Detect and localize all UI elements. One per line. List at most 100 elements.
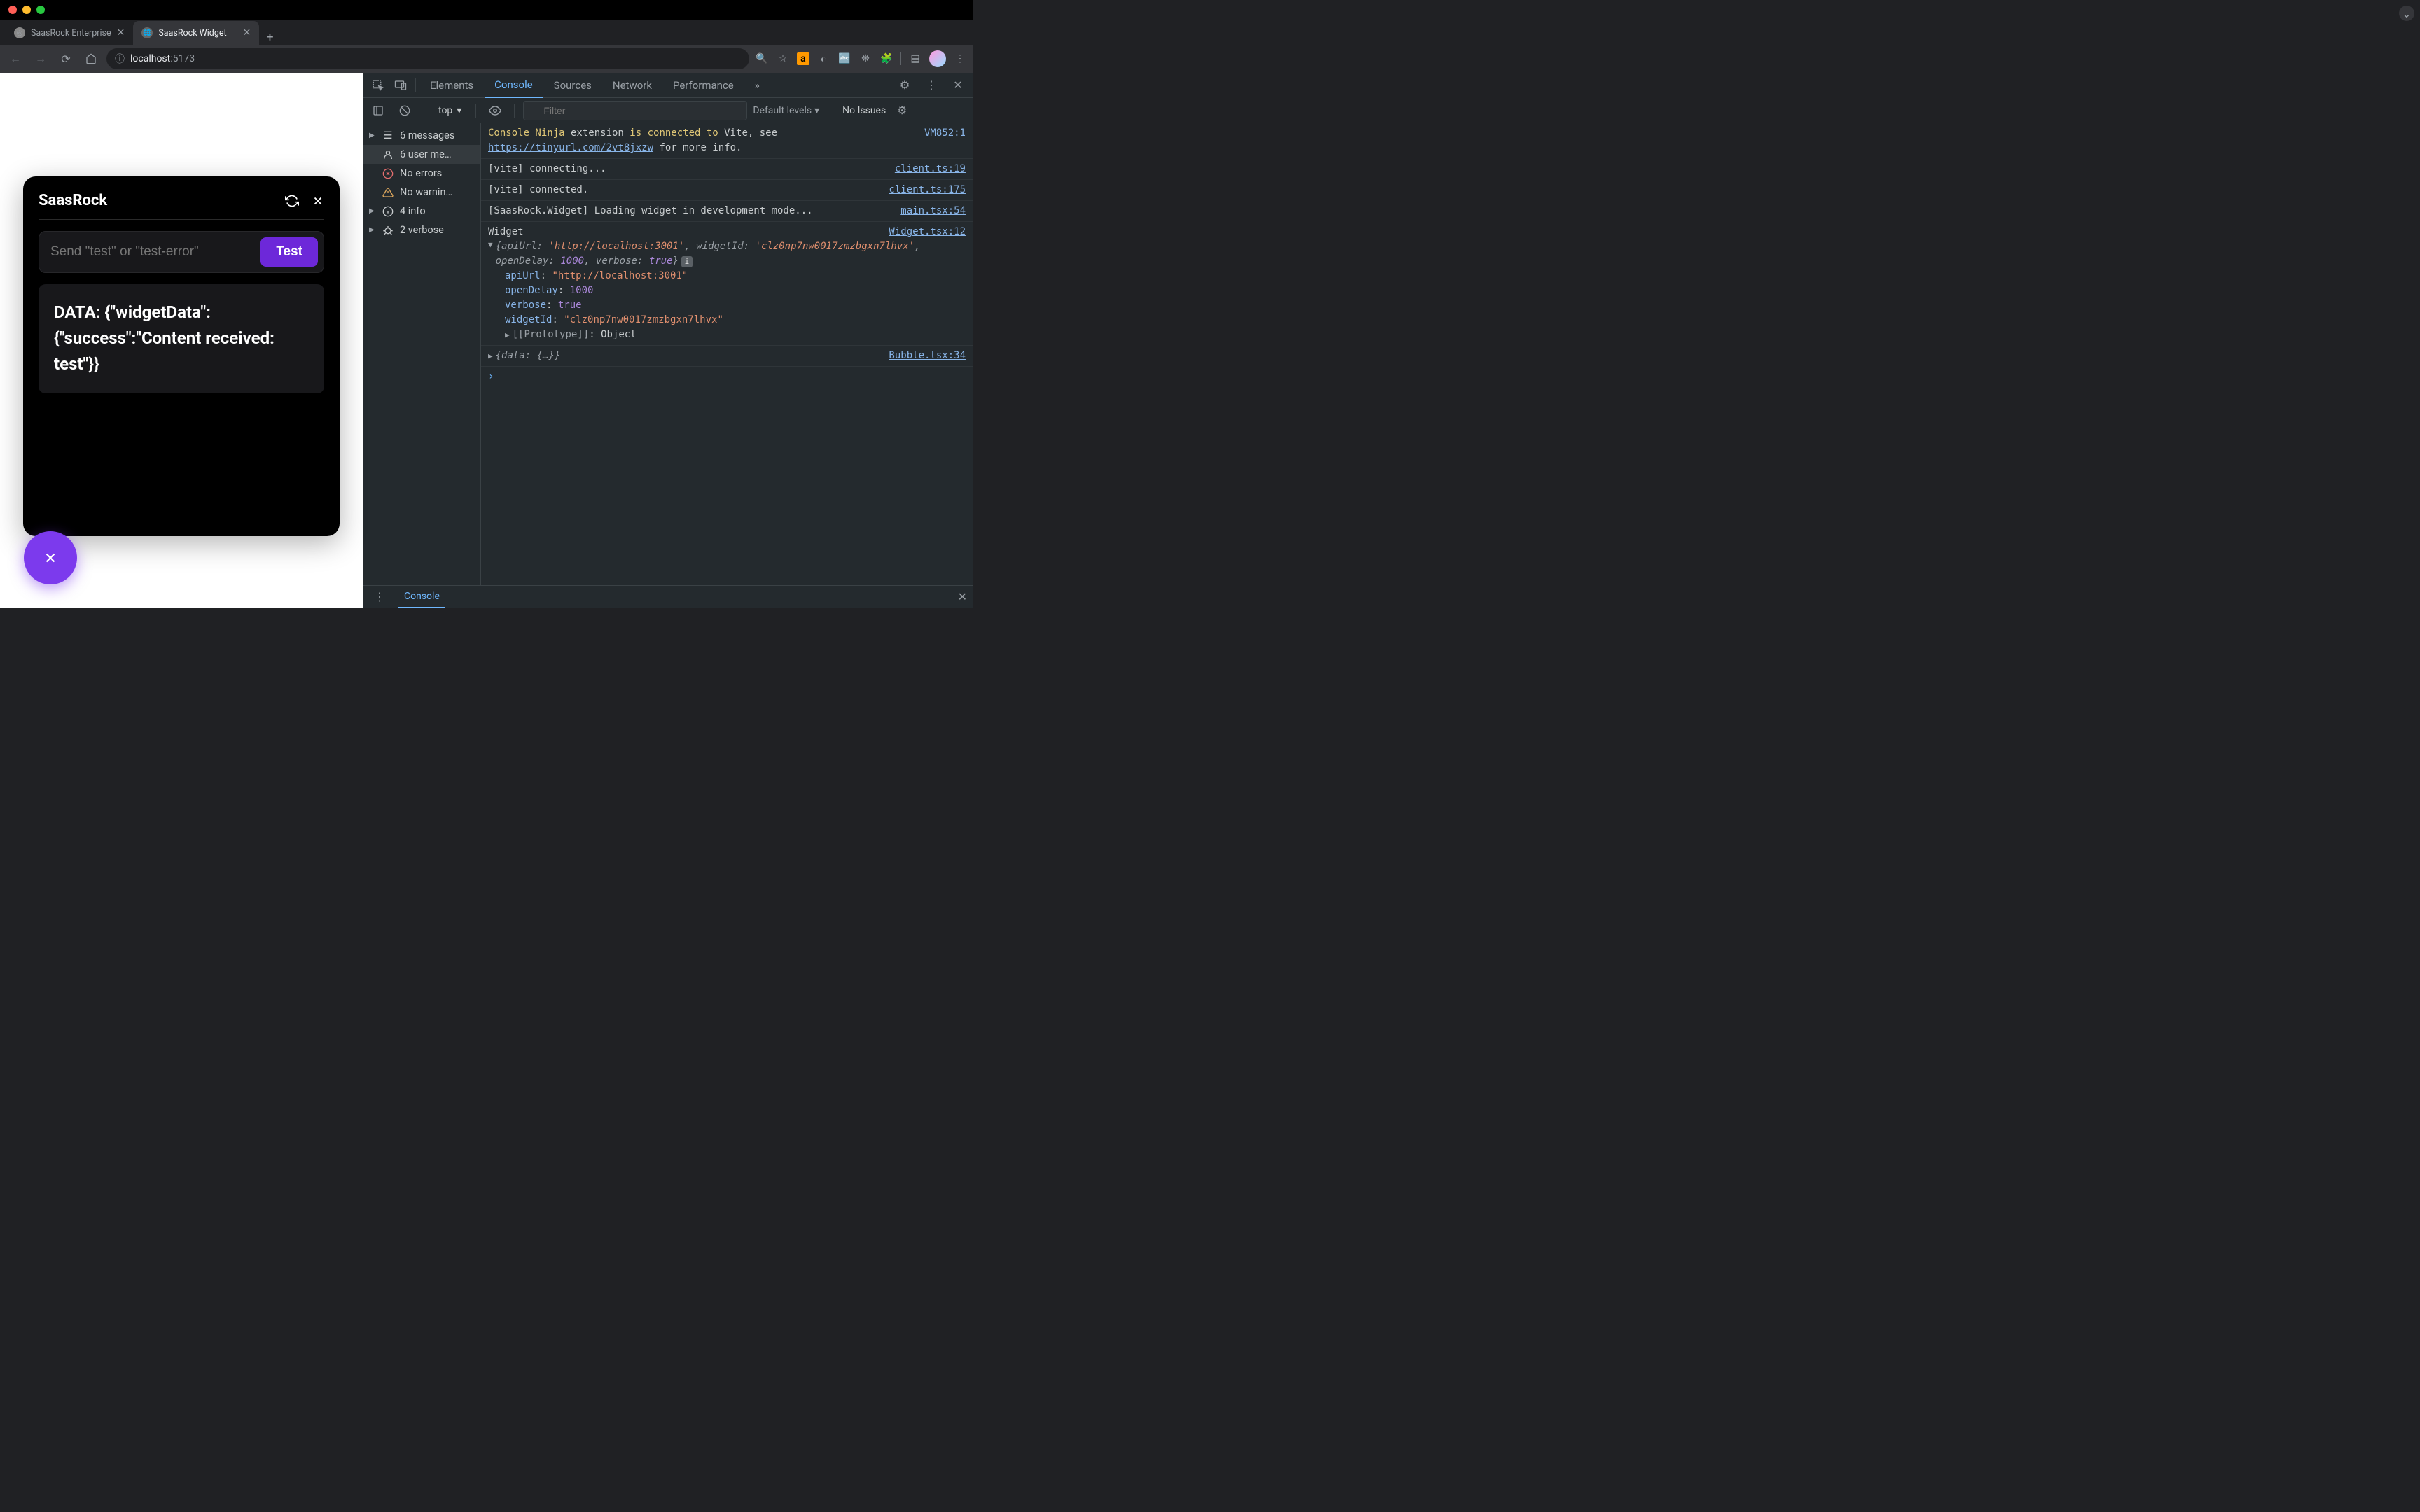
extension-translate-icon[interactable]: 🔤 bbox=[837, 52, 851, 66]
log-levels-selector[interactable]: Default levels ▾ bbox=[753, 105, 819, 116]
log-entry[interactable]: Console Ninja extension is connected to … bbox=[481, 123, 973, 159]
log-link[interactable]: https://tinyurl.com/2vt8jxzw bbox=[488, 142, 653, 153]
console-prompt[interactable]: › bbox=[481, 367, 973, 386]
error-icon bbox=[382, 168, 394, 179]
info-badge-icon: i bbox=[681, 256, 693, 267]
extension-a-icon[interactable]: a bbox=[797, 52, 809, 65]
response-box: DATA: {"widgetData":{"success":"Content … bbox=[39, 284, 324, 393]
object-preview: {apiUrl: 'http://localhost:3001', widget… bbox=[496, 239, 966, 269]
log-source-link[interactable]: main.tsx:54 bbox=[900, 204, 966, 218]
close-tab-icon[interactable]: ✕ bbox=[243, 27, 251, 38]
expand-icon[interactable]: ▶ bbox=[488, 351, 493, 360]
tab-elements[interactable]: Elements bbox=[420, 73, 483, 98]
close-window-button[interactable] bbox=[8, 6, 17, 14]
log-source-link[interactable]: Bubble.tsx:34 bbox=[889, 349, 966, 363]
close-tab-icon[interactable]: ✕ bbox=[117, 27, 125, 38]
log-entry[interactable]: [SaasRock.Widget] Loading widget in deve… bbox=[481, 201, 973, 222]
sidebar-item-errors[interactable]: No errors bbox=[363, 164, 480, 183]
extensions-icon[interactable]: 🧩 bbox=[879, 52, 893, 66]
tab-title: SaasRock Widget bbox=[158, 28, 226, 38]
tab-favicon: ◎ bbox=[14, 27, 25, 38]
log-source-link[interactable]: client.ts:19 bbox=[895, 162, 966, 176]
browser-menu-icon[interactable]: ⋮ bbox=[953, 52, 967, 66]
message-input[interactable] bbox=[45, 237, 253, 267]
log-source-link[interactable]: client.ts:175 bbox=[889, 183, 966, 197]
collapse-icon[interactable]: ▼ bbox=[488, 239, 493, 251]
context-selector[interactable]: top ▾ bbox=[433, 102, 467, 119]
extension-gear-icon[interactable]: ❋ bbox=[858, 52, 872, 66]
tab-network[interactable]: Network bbox=[603, 73, 662, 98]
settings-icon[interactable]: ⚙ bbox=[894, 75, 915, 96]
log-entry-object[interactable]: Widget Widget.tsx:12 ▼ {apiUrl: 'http://… bbox=[481, 222, 973, 346]
tab-sources[interactable]: Sources bbox=[544, 73, 601, 98]
console-output: Console Ninja extension is connected to … bbox=[481, 123, 973, 585]
widget-fab-close[interactable] bbox=[24, 531, 77, 584]
input-row: Test bbox=[39, 231, 324, 273]
console-sidebar: ▶ ☰ 6 messages 6 user me… No err bbox=[363, 123, 481, 585]
live-expression-icon[interactable] bbox=[485, 100, 506, 121]
browser-toolbar: ← → ⟳ ⓘ localhost:5173 🔍 ☆ a ◐ 🔤 ❋ 🧩 ▤ ⋮ bbox=[0, 45, 973, 73]
home-button[interactable] bbox=[81, 49, 101, 69]
bug-icon bbox=[382, 225, 394, 236]
tab-overview-button[interactable]: ⌄ bbox=[2399, 6, 2414, 21]
window-controls bbox=[8, 6, 45, 14]
log-entry[interactable]: ▶{data: {…}} Bubble.tsx:34 bbox=[481, 346, 973, 367]
tab-saasrock-enterprise[interactable]: ◎ SaasRock Enterprise ✕ bbox=[6, 21, 133, 45]
tab-saasrock-widget[interactable]: 🌐 SaasRock Widget ✕ bbox=[133, 21, 259, 45]
console-settings-icon[interactable]: ⚙ bbox=[891, 100, 912, 121]
reload-button[interactable]: ⟳ bbox=[56, 49, 76, 69]
address-bar[interactable]: ⓘ localhost:5173 bbox=[106, 48, 749, 69]
filter-input[interactable] bbox=[523, 101, 747, 120]
refresh-icon[interactable] bbox=[285, 194, 299, 208]
sidebar-item-info[interactable]: ▶ 4 info bbox=[363, 202, 480, 220]
inspect-element-icon[interactable] bbox=[368, 75, 389, 96]
tab-title: SaasRock Enterprise bbox=[31, 28, 111, 38]
site-info-icon[interactable]: ⓘ bbox=[115, 52, 125, 66]
devtools-close-icon[interactable]: ✕ bbox=[947, 75, 968, 96]
list-icon: ☰ bbox=[382, 130, 394, 141]
expand-icon: ▶ bbox=[369, 207, 376, 215]
log-entry[interactable]: [vite] connected. client.ts:175 bbox=[481, 180, 973, 201]
back-button[interactable]: ← bbox=[6, 49, 25, 69]
minimize-window-button[interactable] bbox=[22, 6, 31, 14]
sidebar-item-user-messages[interactable]: 6 user me… bbox=[363, 145, 480, 164]
device-toolbar-icon[interactable] bbox=[390, 75, 411, 96]
side-panel-icon[interactable]: ▤ bbox=[908, 52, 922, 66]
expand-icon[interactable]: ▶ bbox=[505, 330, 510, 340]
toggle-sidebar-icon[interactable] bbox=[368, 100, 389, 121]
issues-status[interactable]: No Issues bbox=[842, 105, 886, 116]
devtools-menu-icon[interactable]: ⋮ bbox=[921, 75, 942, 96]
drawer-tab-console[interactable]: Console bbox=[398, 586, 445, 608]
drawer-menu-icon[interactable]: ⋮ bbox=[369, 587, 390, 608]
tab-more[interactable]: » bbox=[745, 73, 770, 98]
url-host: localhost bbox=[130, 53, 170, 64]
expand-icon: ▶ bbox=[369, 132, 376, 139]
sidebar-item-messages[interactable]: ▶ ☰ 6 messages bbox=[363, 126, 480, 145]
tab-performance[interactable]: Performance bbox=[663, 73, 744, 98]
test-button[interactable]: Test bbox=[260, 237, 318, 267]
sidebar-item-warnings[interactable]: No warnin… bbox=[363, 183, 480, 202]
widget-card: SaasRock Test DATA: {"widgetData":{"succ… bbox=[23, 176, 340, 536]
profile-avatar[interactable] bbox=[929, 50, 946, 67]
log-entry[interactable]: [vite] connecting... client.ts:19 bbox=[481, 159, 973, 180]
prompt-chevron-icon: › bbox=[488, 371, 494, 382]
forward-button[interactable]: → bbox=[31, 49, 50, 69]
maximize-window-button[interactable] bbox=[36, 6, 45, 14]
log-source-link[interactable]: Widget.tsx:12 bbox=[889, 225, 966, 239]
zoom-icon[interactable]: 🔍 bbox=[755, 52, 769, 66]
log-source-link[interactable]: VM852:1 bbox=[924, 126, 966, 155]
tab-console[interactable]: Console bbox=[485, 73, 543, 98]
info-icon bbox=[382, 206, 394, 217]
browser-tabs: ◎ SaasRock Enterprise ✕ 🌐 SaasRock Widge… bbox=[0, 20, 973, 45]
clear-console-icon[interactable] bbox=[394, 100, 415, 121]
extension-toggle-icon[interactable]: ◐ bbox=[816, 52, 830, 66]
bookmark-icon[interactable]: ☆ bbox=[776, 52, 790, 66]
sidebar-item-verbose[interactable]: ▶ 2 verbose bbox=[363, 220, 480, 239]
chevron-down-icon: ▾ bbox=[814, 105, 819, 116]
drawer-close-icon[interactable]: ✕ bbox=[958, 590, 967, 603]
new-tab-button[interactable]: + bbox=[259, 30, 280, 45]
chevron-down-icon: ▾ bbox=[457, 105, 461, 116]
close-icon[interactable] bbox=[312, 194, 324, 208]
expand-icon: ▶ bbox=[369, 226, 376, 234]
user-icon bbox=[382, 149, 394, 160]
